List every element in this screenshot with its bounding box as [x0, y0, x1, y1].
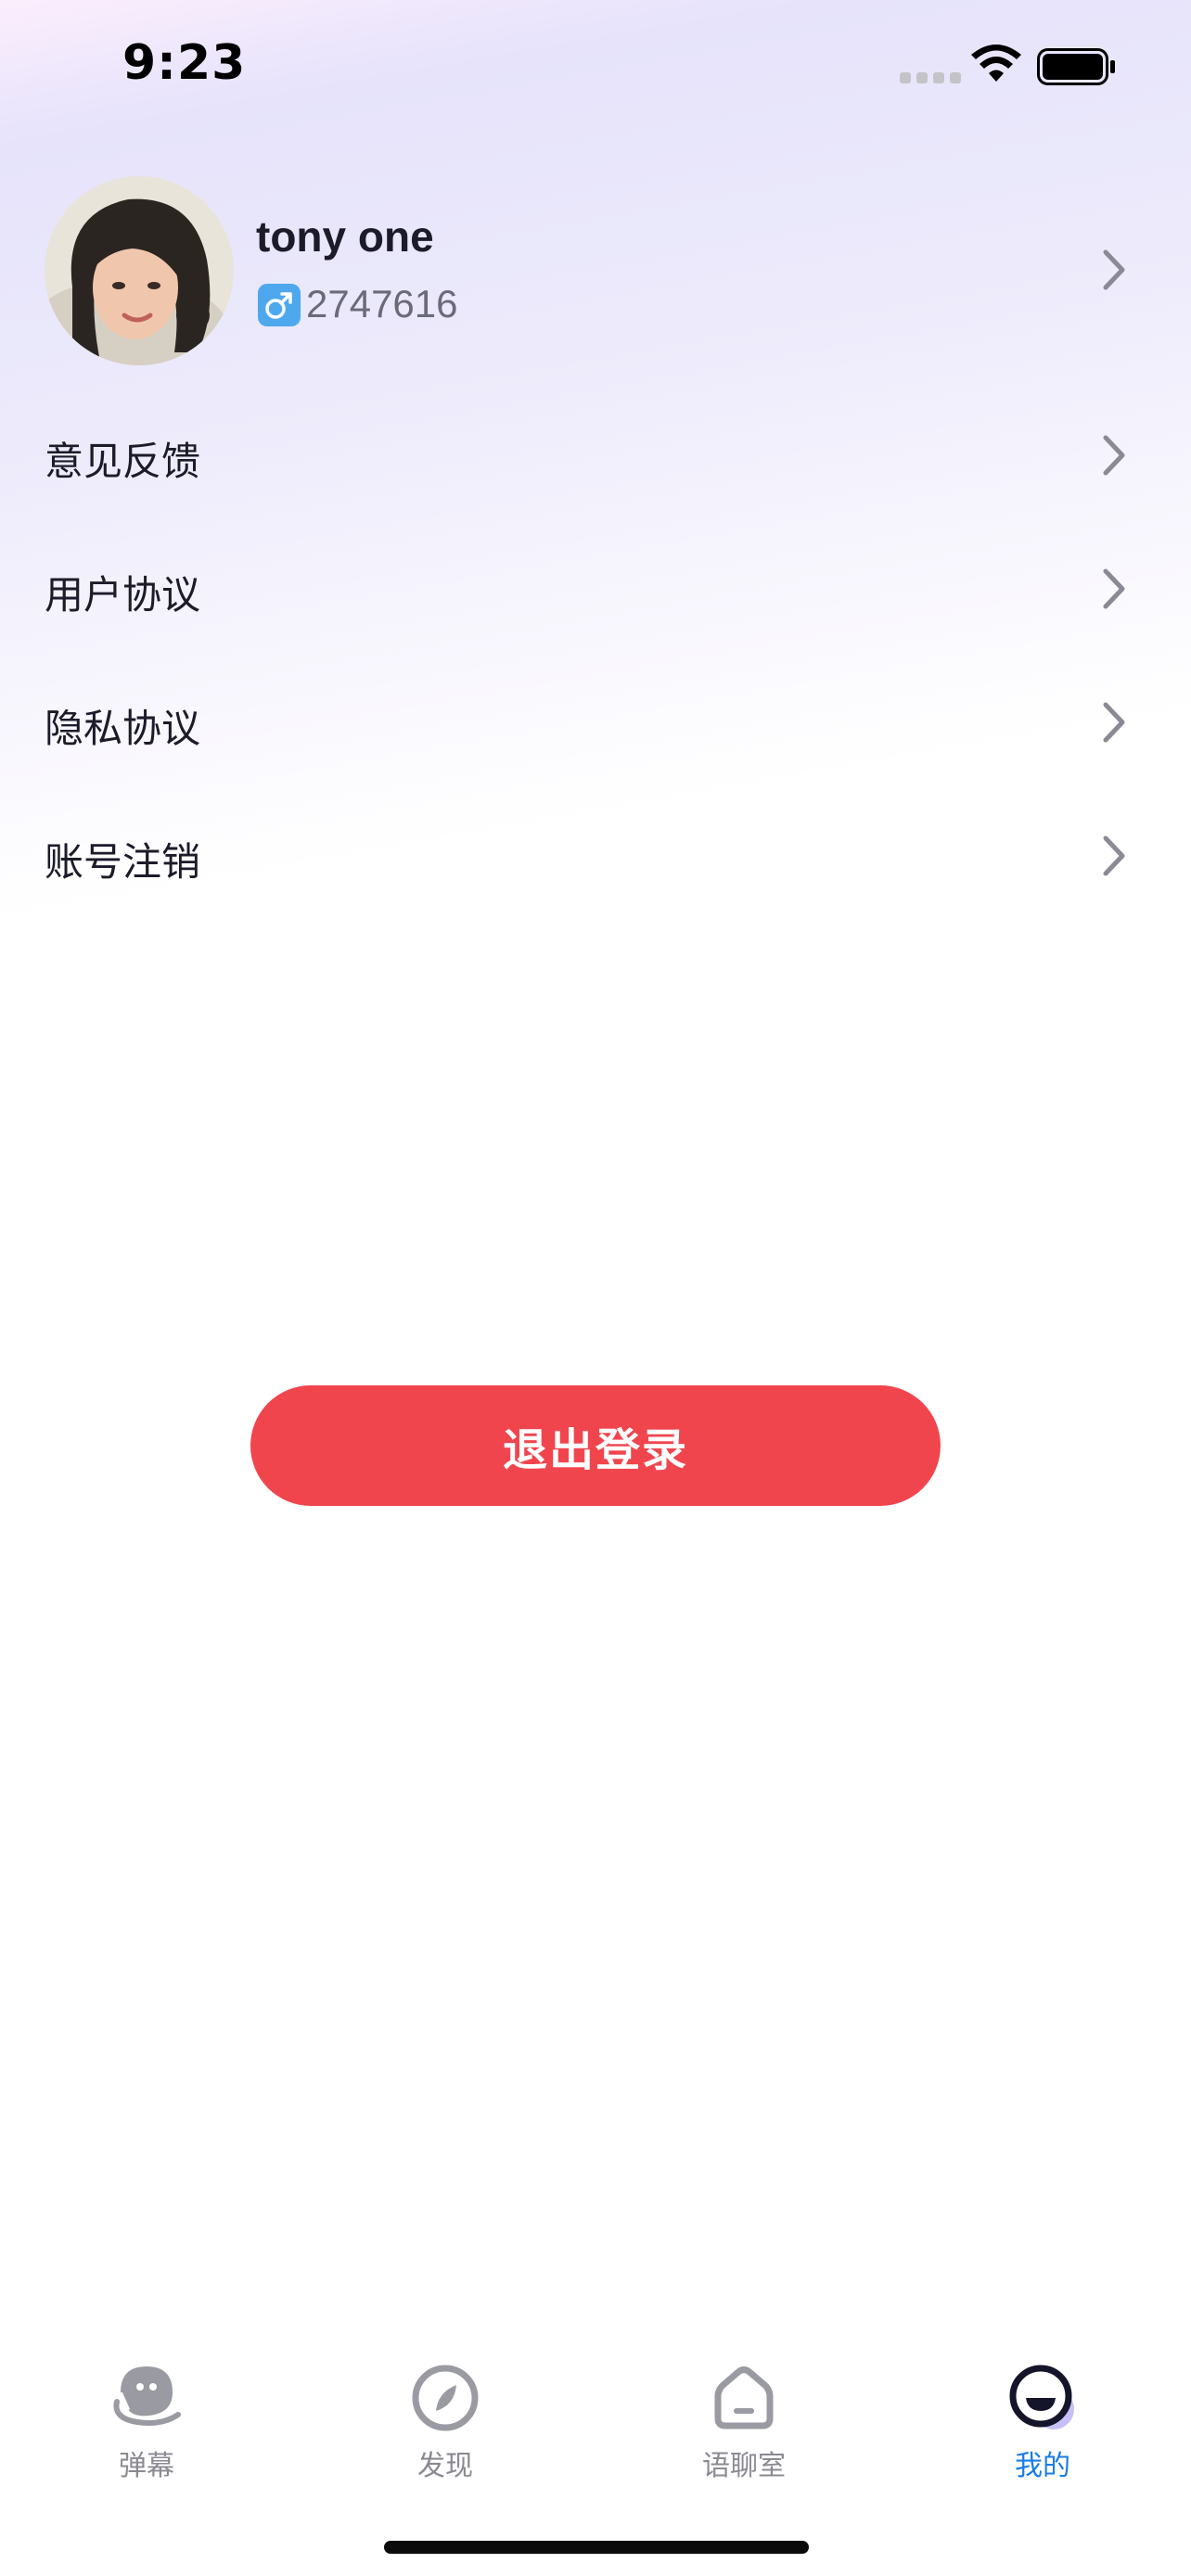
tab-voice-chat-room[interactable]: 语聊室	[651, 2346, 837, 2494]
male-gender-icon	[258, 284, 301, 326]
chevron-right-icon	[1103, 702, 1125, 743]
tab-mine[interactable]: 我的	[950, 2346, 1135, 2494]
cellular-signal-icon	[900, 72, 961, 83]
menu-item-privacy-policy[interactable]: 隐私协议	[0, 657, 1191, 790]
tab-label: 语聊室	[702, 2450, 786, 2482]
face-bubble-icon	[113, 2366, 181, 2426]
compass-icon	[412, 2365, 479, 2431]
house-icon	[714, 2366, 774, 2429]
tab-discover[interactable]: 发现	[352, 2346, 538, 2494]
battery-icon	[1037, 48, 1115, 85]
tab-danmaku[interactable]: 弹幕	[54, 2346, 239, 2494]
menu-item-label: 意见反馈	[45, 439, 201, 484]
menu-item-label: 用户协议	[45, 572, 201, 618]
profile-face-icon	[1009, 2365, 1074, 2429]
menu-item-feedback[interactable]: 意见反馈	[0, 389, 1191, 523]
chevron-right-icon	[1103, 835, 1125, 876]
status-time: 9:23	[122, 35, 247, 91]
menu-item-label: 隐私协议	[45, 706, 201, 751]
home-indicator	[384, 2541, 809, 2554]
tab-label: 我的	[1015, 2450, 1070, 2482]
chevron-right-icon	[1103, 568, 1125, 609]
profile-name: tony one	[256, 212, 434, 261]
menu-item-user-agreement[interactable]: 用户协议	[0, 523, 1191, 657]
profile-id: 2747616	[306, 282, 458, 325]
tab-label: 弹幕	[119, 2450, 174, 2482]
chevron-right-icon	[1103, 249, 1125, 290]
logout-button[interactable]: 退出登录	[250, 1385, 941, 1506]
menu-item-label: 账号注销	[45, 839, 201, 885]
tab-label: 发现	[417, 2450, 473, 2482]
profile-row[interactable]: tony one 2747616	[0, 172, 1191, 367]
avatar[interactable]	[45, 176, 234, 365]
status-bar: 9:23	[0, 0, 1191, 139]
tab-bar: 弹幕 发现 语聊室 我的	[0, 2346, 1191, 2494]
menu-item-delete-account[interactable]: 账号注销	[0, 790, 1191, 924]
wifi-icon	[971, 45, 1021, 82]
chevron-right-icon	[1103, 435, 1125, 476]
